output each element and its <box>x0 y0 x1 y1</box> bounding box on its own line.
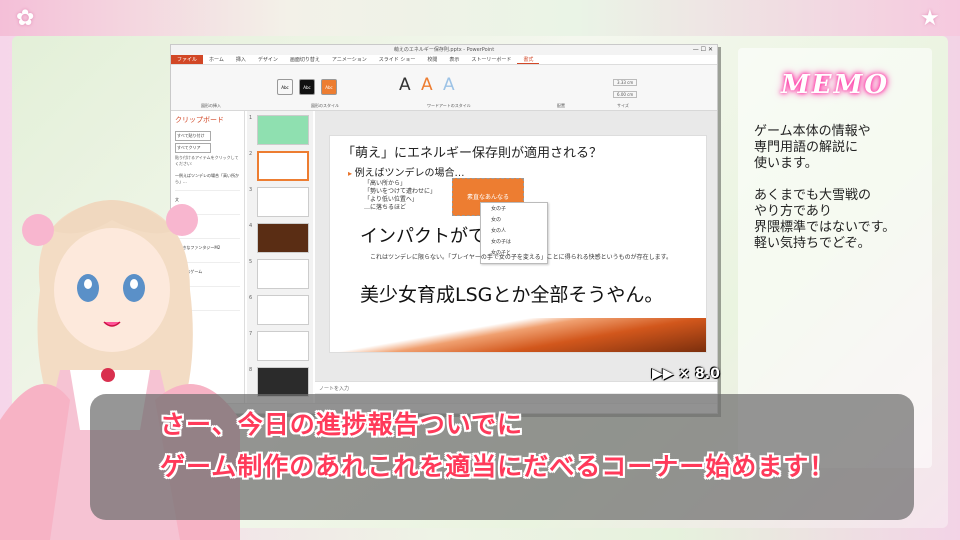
slide-title[interactable]: 「萌え」にエネルギー保存則が適用される？ <box>342 142 602 161</box>
memo-title: MEMO <box>780 70 890 100</box>
tab-view[interactable]: 表示 <box>443 55 465 64</box>
powerpoint-window: 萌えのエネルギー保存則.pptx - PowerPoint — ☐ ✕ ファイル… <box>170 44 718 414</box>
group-label-wordart: ワードアートのスタイル <box>427 103 471 108</box>
group-label-arrange: 配置 <box>557 103 565 108</box>
window-controls[interactable]: — ☐ ✕ <box>693 45 713 55</box>
slide-bullet[interactable]: 例えばツンデレの場合… <box>348 164 465 179</box>
tab-storyboard[interactable]: ストーリーボード <box>465 55 517 64</box>
candidate-item[interactable]: 女の子 <box>481 203 547 214</box>
wordart-plain[interactable]: A <box>399 75 411 95</box>
subtitle-line-2: ゲーム制作のあれこれを適当にだべるコーナー始めます！ <box>160 452 836 481</box>
tab-review[interactable]: 校閲 <box>421 55 443 64</box>
slide-thumb[interactable] <box>257 223 309 253</box>
ribbon: Abc Abc Abc A A A 3.33 cm 6.00 cm 図形の挿入 … <box>171 65 717 111</box>
clipboard-hint: 貼り付けるアイテムをクリックしてください: <box>175 155 239 166</box>
slide-left-line: 「勢いをつけて遭わせに」 <box>364 188 437 195</box>
slide-thumbnails: 1 2 3 4 5 6 7 8 <box>247 111 313 413</box>
star-icon: ★ <box>920 6 940 31</box>
window-titlebar: 萌えのエネルギー保存則.pptx - PowerPoint — ☐ ✕ <box>171 45 717 55</box>
clipboard-title: クリップボード <box>175 116 224 124</box>
slide-impact-text[interactable]: インパクトがで <box>360 222 486 248</box>
slide-left-line: 「高い所から」 <box>364 180 407 187</box>
playback-speed: ▶▶ × 8.0 <box>652 366 720 382</box>
height-input[interactable]: 3.33 cm <box>613 79 638 86</box>
candidate-item[interactable]: 女の <box>481 214 547 225</box>
slide-thumb[interactable] <box>257 367 309 397</box>
tab-insert[interactable]: 挿入 <box>230 55 252 64</box>
thumb-number: 4 <box>249 223 253 229</box>
width-input[interactable]: 6.00 cm <box>613 91 638 98</box>
window-title: 萌えのエネルギー保存則.pptx - PowerPoint <box>393 47 495 53</box>
slide-thumb[interactable] <box>257 331 309 361</box>
clear-all-button[interactable]: すべてクリア <box>175 143 211 153</box>
group-label-size: サイズ <box>617 103 629 108</box>
slide-thumb-selected[interactable] <box>257 151 309 181</box>
paste-all-button[interactable]: すべて貼り付け <box>175 131 211 141</box>
wordart-orange[interactable]: A <box>421 75 433 95</box>
wordart-blue[interactable]: A <box>443 75 455 95</box>
thumb-number: 1 <box>249 115 253 121</box>
tab-format[interactable]: 書式 <box>517 55 540 64</box>
slide-thumb[interactable] <box>257 187 309 217</box>
tab-transitions[interactable]: 画面切り替え <box>284 55 326 64</box>
top-banner <box>0 0 960 36</box>
tab-home[interactable]: ホーム <box>203 55 230 64</box>
thumb-number: 3 <box>249 187 253 193</box>
thumb-number: 2 <box>249 151 253 157</box>
tab-file[interactable]: ファイル <box>171 55 204 64</box>
thumb-number: 8 <box>249 367 253 373</box>
slide-decoration <box>330 318 706 352</box>
shape-style-black[interactable]: Abc <box>299 79 315 95</box>
slide-left-line: …に落ちるほど <box>364 204 407 211</box>
flower-icon: ✿ <box>16 6 35 31</box>
group-label-insert-shapes: 図形の挿入 <box>201 103 221 108</box>
ribbon-tabs: ファイル ホーム 挿入 デザイン 画面切り替え アニメーション スライド ショー… <box>171 55 717 65</box>
tab-slideshow[interactable]: スライド ショー <box>373 55 422 64</box>
slide-thumb[interactable] <box>257 259 309 289</box>
candidate-item[interactable]: 女の子は <box>481 236 547 247</box>
thumb-number: 7 <box>249 331 253 337</box>
shape-style-orange[interactable]: Abc <box>321 79 337 95</box>
slide-thumb[interactable] <box>257 115 309 145</box>
slide-big-line[interactable]: 美少女育成LSGとか全部そうやん。 <box>360 280 663 307</box>
notes-pane[interactable]: ノートを入力 <box>315 381 717 393</box>
shape-style-white[interactable]: Abc <box>277 79 293 95</box>
slide-left-line: 「より低い位置へ」 <box>364 196 418 203</box>
thumb-number: 5 <box>249 259 253 265</box>
candidate-item[interactable]: 女の人 <box>481 225 547 236</box>
subtitle-line-1: さー、今日の進捗報告ついでに <box>160 410 524 439</box>
current-slide[interactable]: 「萌え」にエネルギー保存則が適用される？ 例えばツンデレの場合… 「高い所から」… <box>329 135 707 353</box>
tab-animations[interactable]: アニメーション <box>326 55 373 64</box>
thumb-number: 6 <box>249 295 253 301</box>
tab-design[interactable]: デザイン <box>252 55 284 64</box>
group-label-shape-styles: 図形のスタイル <box>311 103 339 108</box>
slide-subline: これはツンデレに限らない。「プレイヤーの手で女の子を変える」ことに得られる快感と… <box>370 254 673 261</box>
memo-text: ゲーム本体の情報や 専門用語の解説に 使います。 あくまでも大雪戦の やり方であ… <box>754 124 896 251</box>
slide-thumb[interactable] <box>257 295 309 325</box>
